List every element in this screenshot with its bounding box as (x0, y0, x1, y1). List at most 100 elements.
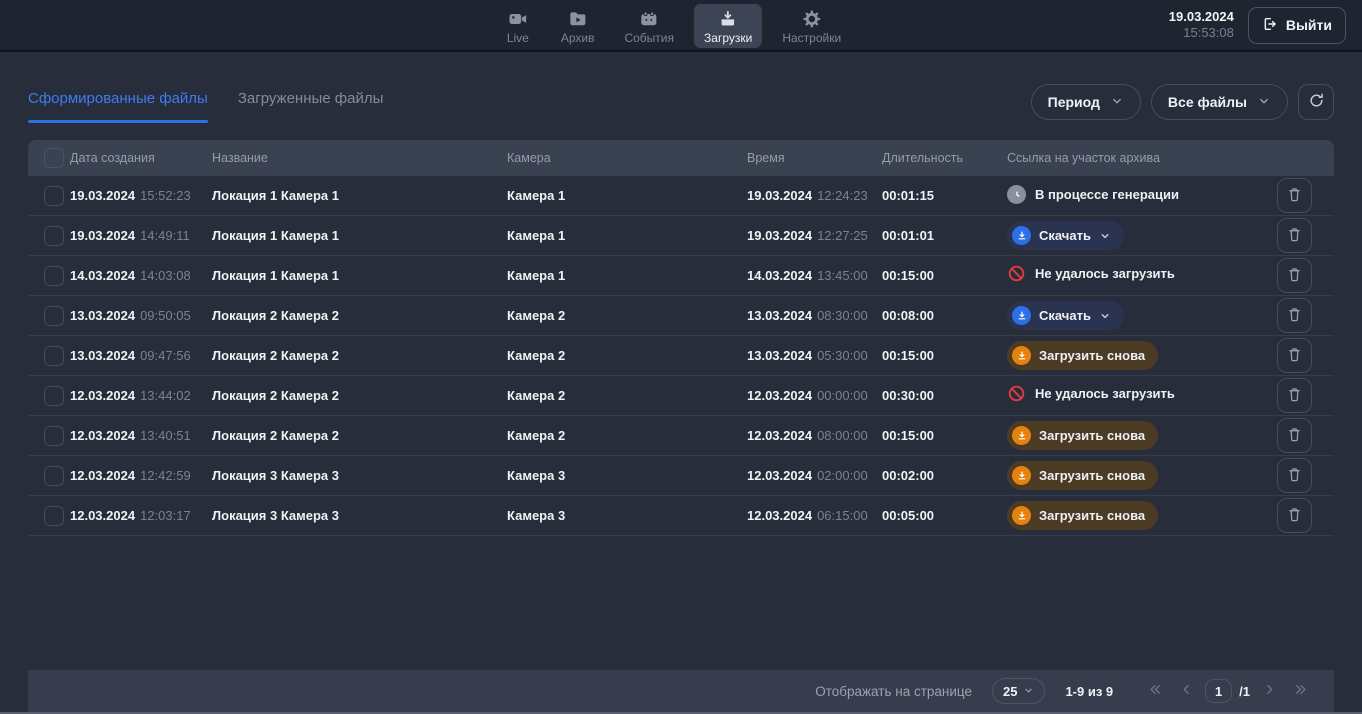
cell-archive-link: Загрузить снова (1007, 341, 1248, 370)
cell-archive-link: Не удалось загрузить (1007, 264, 1248, 288)
table-row: 19.03.202414:49:11 Локация 1 Камера 1 Ка… (28, 216, 1334, 256)
top-navigation-bar: LiveАрхивСобытияЗагрузки Настройки 19.03.… (0, 0, 1362, 52)
trash-icon (1286, 346, 1303, 366)
cell-archive-link: Загрузить снова (1007, 421, 1248, 450)
tab-downloaded-files[interactable]: Загруженные файлы (238, 90, 384, 123)
row-checkbox[interactable] (44, 186, 64, 206)
row-checkbox[interactable] (44, 386, 64, 406)
files-table: Дата созданияНазваниеКамераВремяДлительн… (28, 140, 1334, 536)
cell-duration: 00:01:15 (882, 188, 1007, 203)
delete-button[interactable] (1277, 298, 1312, 333)
cell-camera: Камера 3 (507, 508, 747, 523)
chevron-down-icon (1257, 94, 1271, 111)
first-page-button[interactable] (1143, 679, 1167, 703)
cell-name: Локация 1 Камера 1 (212, 188, 507, 203)
cell-name: Локация 2 Камера 2 (212, 388, 507, 403)
filter-controls: Период Все файлы (1031, 84, 1334, 120)
delete-button[interactable] (1277, 338, 1312, 373)
row-checkbox[interactable] (44, 306, 64, 326)
double-chevron-right-icon (1293, 682, 1308, 700)
row-checkbox[interactable] (44, 346, 64, 366)
delete-button[interactable] (1277, 178, 1312, 213)
cell-archive-link: Скачать (1007, 221, 1248, 250)
download-icon (1012, 506, 1031, 525)
files-filter-button[interactable]: Все файлы (1151, 84, 1288, 120)
delete-button[interactable] (1277, 378, 1312, 413)
logout-label: Выйти (1286, 17, 1332, 33)
current-page-input[interactable]: 1 (1205, 679, 1232, 703)
cell-duration: 00:08:00 (882, 308, 1007, 323)
download-button[interactable]: Скачать (1007, 301, 1124, 330)
trash-icon (1286, 186, 1303, 206)
main-content: Сформированные файлы Загруженные файлы Пе… (0, 52, 1362, 670)
delete-button[interactable] (1277, 218, 1312, 253)
logout-icon (1262, 16, 1278, 35)
no-entry-icon (1007, 384, 1026, 403)
nav-item-live[interactable]: Live (495, 4, 541, 48)
cell-name: Локация 1 Камера 1 (212, 268, 507, 283)
nav-item-downloads[interactable]: Загрузки (694, 4, 762, 48)
nav-item-label: Настройки (782, 32, 841, 44)
cell-actions (1248, 378, 1312, 413)
main-nav: LiveАрхивСобытияЗагрузки Настройки (495, 0, 851, 52)
delete-button[interactable] (1277, 458, 1312, 493)
retry-download-button[interactable]: Загрузить снова (1007, 421, 1158, 450)
datetime-display: 19.03.2024 15:53:08 (1169, 9, 1234, 42)
double-chevron-left-icon (1148, 682, 1163, 700)
download-icon (1012, 466, 1031, 485)
table-row: 12.03.202413:44:02 Локация 2 Камера 2 Ка… (28, 376, 1334, 416)
delete-button[interactable] (1277, 418, 1312, 453)
trash-icon (1286, 426, 1303, 446)
per-page-select[interactable]: 25 (992, 678, 1045, 704)
row-checkbox[interactable] (44, 426, 64, 446)
tab-generated-files[interactable]: Сформированные файлы (28, 90, 208, 123)
per-page-value: 25 (1003, 684, 1017, 699)
prev-page-button[interactable] (1174, 679, 1198, 703)
calendar-icon (639, 9, 659, 29)
folder-play-icon (568, 9, 588, 29)
table-header: Дата созданияНазваниеКамераВремяДлительн… (28, 140, 1334, 176)
range-label: 1-9 из 9 (1065, 684, 1113, 699)
cell-duration: 00:01:01 (882, 228, 1007, 243)
cell-created-date: 12.03.202412:42:59 (70, 467, 212, 485)
refresh-button[interactable] (1298, 84, 1334, 120)
status-label: Не удалось загрузить (1035, 386, 1175, 401)
download-button-label: Скачать (1039, 308, 1091, 323)
nav-item-events[interactable]: События (614, 4, 684, 48)
current-date: 19.03.2024 (1169, 9, 1234, 25)
cell-camera: Камера 2 (507, 428, 747, 443)
chevron-down-icon (1099, 230, 1111, 242)
table-row: 12.03.202412:42:59 Локация 3 Камера 3 Ка… (28, 456, 1334, 496)
retry-download-button[interactable]: Загрузить снова (1007, 501, 1158, 530)
cell-name: Локация 2 Камера 2 (212, 428, 507, 443)
row-checkbox[interactable] (44, 506, 64, 526)
next-page-button[interactable] (1257, 679, 1281, 703)
cell-time: 13.03.202408:30:00 (747, 307, 882, 325)
row-checkbox[interactable] (44, 466, 64, 486)
period-filter-button[interactable]: Период (1031, 84, 1141, 120)
cell-created-date: 14.03.202414:03:08 (70, 267, 212, 285)
cell-duration: 00:15:00 (882, 348, 1007, 363)
cell-duration: 00:02:00 (882, 468, 1007, 483)
row-checkbox[interactable] (44, 226, 64, 246)
files-filter-label: Все файлы (1168, 94, 1247, 110)
logout-button[interactable]: Выйти (1248, 7, 1346, 44)
total-pages-label: /1 (1239, 684, 1250, 699)
delete-button[interactable] (1277, 498, 1312, 533)
last-page-button[interactable] (1288, 679, 1312, 703)
row-checkbox[interactable] (44, 266, 64, 286)
retry-download-button[interactable]: Загрузить снова (1007, 341, 1158, 370)
cell-actions (1248, 178, 1312, 213)
chevron-down-icon (1110, 94, 1124, 111)
nav-item-settings[interactable]: Настройки (772, 4, 851, 48)
cell-archive-link: Загрузить снова (1007, 461, 1248, 490)
select-all-checkbox[interactable] (44, 148, 64, 168)
table-row: 12.03.202413:40:51 Локация 2 Камера 2 Ка… (28, 416, 1334, 456)
download-button[interactable]: Скачать (1007, 221, 1124, 250)
nav-item-archive[interactable]: Архив (551, 4, 605, 48)
cell-created-date: 12.03.202413:40:51 (70, 427, 212, 445)
retry-download-button[interactable]: Загрузить снова (1007, 461, 1158, 490)
retry-button-label: Загрузить снова (1039, 468, 1145, 483)
cell-camera: Камера 2 (507, 348, 747, 363)
delete-button[interactable] (1277, 258, 1312, 293)
